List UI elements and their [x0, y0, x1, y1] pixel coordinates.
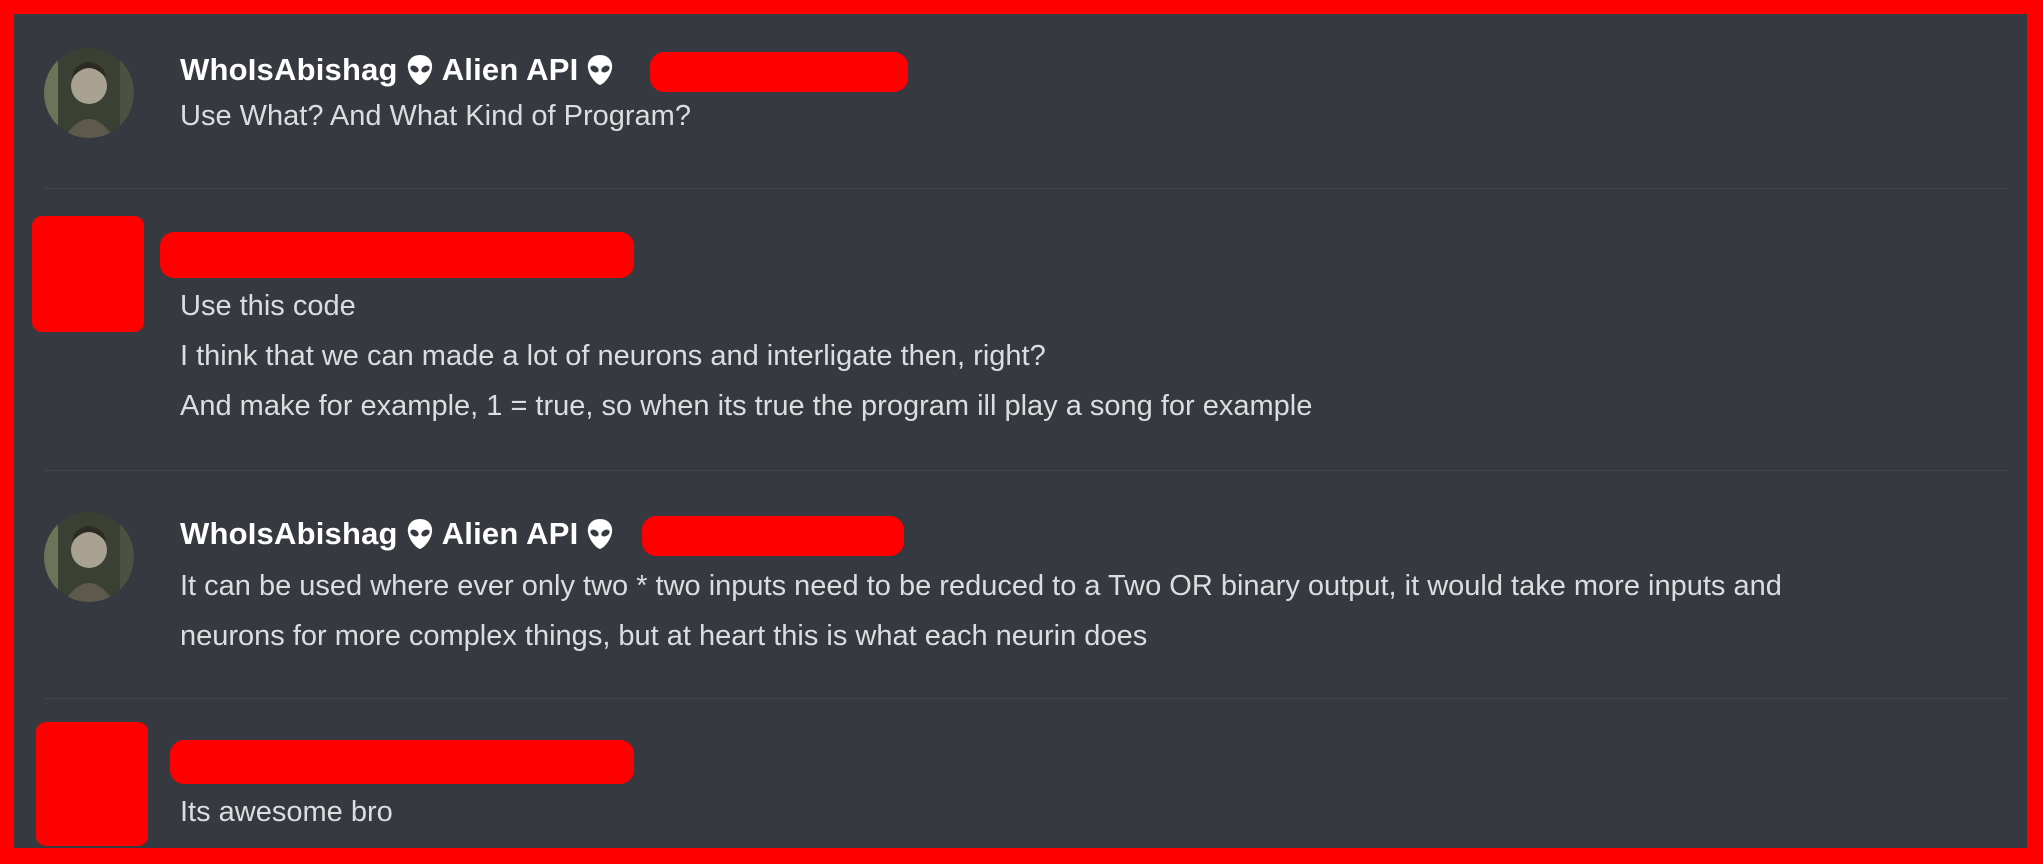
- redacted-timestamp: [650, 52, 908, 92]
- message-divider: [44, 698, 2007, 699]
- message-divider: [44, 470, 2007, 471]
- username[interactable]: WhoIsAbishag: [180, 516, 398, 552]
- redacted-timestamp: [642, 516, 904, 556]
- redacted-avatar: [32, 216, 144, 332]
- redacted-username: [170, 740, 634, 784]
- alien-icon: [586, 54, 614, 86]
- message-header: WhoIsAbishag Alien API: [180, 50, 622, 90]
- message-text: And make for example, 1 = true, so when …: [180, 390, 1313, 422]
- redacted-avatar: [36, 722, 148, 846]
- message-text: I think that we can made a lot of neuron…: [180, 340, 1046, 372]
- message-text: Its awesome bro: [180, 796, 393, 828]
- avatar[interactable]: [44, 512, 134, 602]
- username[interactable]: WhoIsAbishag: [180, 52, 398, 88]
- user-tag: Alien API: [441, 52, 579, 87]
- message-text: Use What? And What Kind of Program?: [180, 100, 691, 132]
- redacted-username: [160, 232, 634, 278]
- message-text: Use this code: [180, 290, 356, 322]
- avatar-image: [44, 48, 134, 138]
- chat-window: WhoIsAbishag Alien API Use What? And Wha…: [14, 14, 2027, 848]
- message-text: It can be used where ever only two * two…: [180, 570, 1782, 602]
- message-divider: [44, 188, 2007, 189]
- avatar-image: [44, 512, 134, 602]
- avatar[interactable]: [44, 48, 134, 138]
- alien-icon: [406, 518, 434, 550]
- alien-icon: [586, 518, 614, 550]
- user-tag: Alien API: [441, 516, 579, 551]
- alien-icon: [406, 54, 434, 86]
- message-text: neurons for more complex things, but at …: [180, 620, 1148, 652]
- message-header: WhoIsAbishag Alien API: [180, 514, 622, 554]
